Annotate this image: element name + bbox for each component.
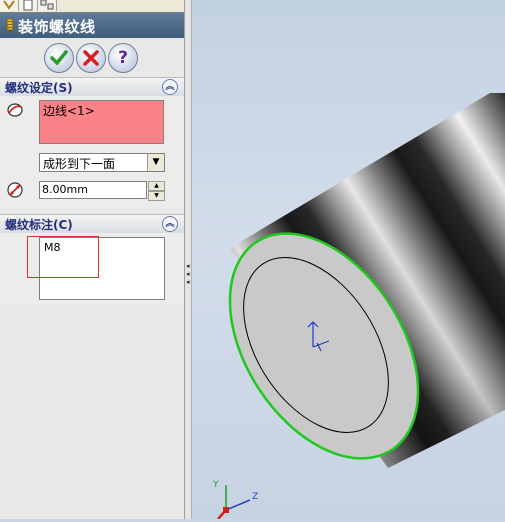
help-button[interactable]: ? — [108, 43, 138, 73]
panel-splitter[interactable] — [185, 0, 192, 519]
feature-title: 装饰螺纹线 — [18, 18, 96, 36]
cosmetic-thread-icon — [6, 18, 14, 34]
feature-title-bar: 装饰螺纹线 — [0, 13, 184, 38]
thread-callout-title: 螺纹标注(C) — [5, 218, 73, 232]
annotation-highlight-box — [27, 236, 99, 278]
triad-origin — [223, 507, 229, 513]
reference-triad: Y Z — [212, 480, 258, 520]
collapse-icon[interactable]: ︽ — [162, 79, 178, 95]
configuration-icon — [40, 0, 54, 10]
spin-up-icon[interactable]: ▲ — [148, 181, 165, 191]
diameter-icon — [7, 182, 23, 198]
minor-diameter-value: 8.00mm — [42, 183, 88, 196]
properties-icon — [23, 0, 33, 11]
chevron-down-icon[interactable]: ▼ — [147, 154, 164, 171]
minor-diameter-input[interactable]: 8.00mm — [39, 181, 147, 199]
end-condition-dropdown[interactable]: 成形到下一面 ▼ — [39, 153, 165, 172]
property-manager-panel: 装饰螺纹线 ? 螺纹设定(S) ︽ 边线<1> 成形到下一面 ▼ 8.00mm … — [0, 0, 185, 519]
diameter-spinner[interactable]: ▲ ▼ — [148, 181, 165, 201]
spin-down-icon[interactable]: ▼ — [148, 191, 165, 201]
question-icon: ? — [118, 48, 128, 68]
thread-settings-title: 螺纹设定(S) — [5, 81, 73, 95]
ok-button[interactable] — [44, 43, 74, 73]
tab-feature-manager[interactable] — [0, 0, 19, 11]
edge-selection-box[interactable]: 边线<1> — [39, 100, 164, 144]
x-icon — [83, 50, 99, 66]
tab-configuration-manager[interactable] — [38, 0, 57, 11]
triad-z-axis — [225, 499, 251, 511]
check-icon — [50, 50, 68, 66]
tab-property-manager[interactable] — [19, 0, 38, 11]
end-condition-value: 成形到下一面 — [43, 157, 116, 171]
edge-selection-icon — [7, 103, 23, 117]
threaded-cylinder-model[interactable]: Y Z — [192, 0, 505, 520]
feature-tree-icon — [3, 0, 15, 10]
collapse-icon[interactable]: ︽ — [162, 216, 178, 232]
triad-z-label: Z — [252, 492, 258, 502]
thread-callout-header[interactable]: 螺纹标注(C) ︽ — [0, 214, 184, 234]
thread-settings-header[interactable]: 螺纹设定(S) ︽ — [0, 77, 184, 97]
edge-selection-value: 边线<1> — [43, 104, 95, 118]
cancel-button[interactable] — [76, 43, 106, 73]
manager-tab-bar — [0, 0, 184, 13]
triad-y-label: Y — [212, 480, 219, 490]
graphics-viewport[interactable]: Y Z — [192, 0, 505, 520]
splitter-grip-icon[interactable]: ◂ ◂ ◂ — [186, 262, 190, 286]
